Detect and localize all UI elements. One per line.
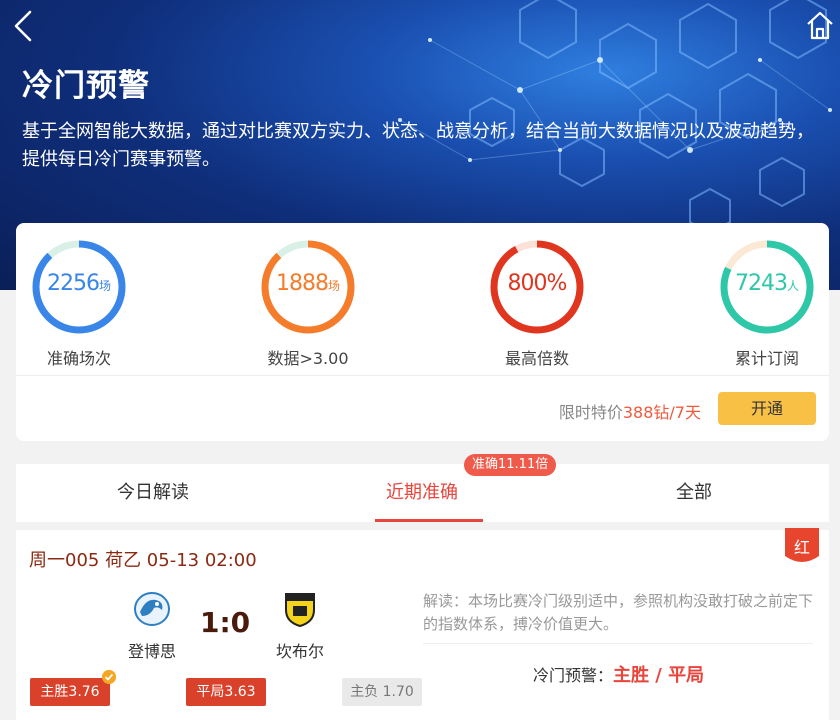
stat-max-multiple: 800% 最高倍数 xyxy=(457,237,617,369)
chevron-left-icon xyxy=(14,10,32,42)
analysis-text: 解读：本场比赛冷门级别适中，参照机构没敢打破之前定下的指数体系，搏冷价值更大。 xyxy=(423,592,814,633)
back-button[interactable] xyxy=(10,8,40,44)
dragon-crest-icon xyxy=(134,592,170,626)
stat-label: 最高倍数 xyxy=(504,349,569,368)
away-team-name: 坎布尔 xyxy=(275,642,324,661)
stat-value: 1888场 xyxy=(275,271,340,296)
stat-over-3: 1888场 数据>3.00 xyxy=(228,237,388,369)
tab-today-analysis[interactable]: 今日解读 xyxy=(53,464,253,522)
page-description: 基于全网智能大数据，通过对比赛双方实力、状态、战意分析，结合当前大数据情况以及波… xyxy=(22,121,814,170)
stat-accurate-matches: 2256场 准确场次 xyxy=(0,237,159,369)
home-button[interactable] xyxy=(804,8,836,42)
stat-value: 2256场 xyxy=(46,271,111,296)
stat-label: 数据>3.00 xyxy=(267,349,349,368)
odd-draw[interactable]: 平局3.63 xyxy=(186,678,266,706)
odd-home-win[interactable]: 主胜3.76 xyxy=(30,670,116,706)
divider xyxy=(16,375,829,376)
subscribe-button[interactable]: 开通 xyxy=(718,392,816,425)
stat-label: 累计订阅 xyxy=(734,349,799,368)
check-icon xyxy=(102,670,116,684)
divider xyxy=(423,643,813,644)
yellow-shield-crest-icon xyxy=(285,593,315,628)
away-team: 坎布尔 xyxy=(260,590,340,662)
page-title: 冷门预警 xyxy=(22,68,150,104)
result-flag: 红 xyxy=(785,528,819,566)
stats-card: 2256场 准确场次 1888场 数据>3.00 800% 最高倍数 7243人… xyxy=(16,223,829,441)
stat-subscriptions: 7243人 累计订阅 xyxy=(687,237,840,369)
active-tab-indicator xyxy=(375,519,483,522)
upset-warning-value: 主胜 / 平局 xyxy=(613,665,705,686)
accuracy-badge: 准确11.11倍 xyxy=(464,454,557,476)
promo-price-text: 限时特价388钻/7天 xyxy=(558,403,701,422)
home-team-name: 登博思 xyxy=(127,642,176,661)
match-info: 周一005 荷乙 05-13 02:00 xyxy=(29,550,257,571)
stat-value: 7243人 xyxy=(734,271,799,296)
odd-away-win[interactable]: 主负 1.70 xyxy=(342,678,422,706)
stat-label: 准确场次 xyxy=(46,349,111,368)
upset-warning: 冷门预警：主胜 / 平局 xyxy=(533,665,705,686)
match-score: 1:0 xyxy=(200,606,251,639)
stat-value: 800% xyxy=(507,271,568,296)
home-icon xyxy=(807,11,833,40)
tab-all[interactable]: 全部 xyxy=(594,464,794,522)
promo-price: 388钻/7天 xyxy=(622,403,701,422)
home-team: 登博思 xyxy=(112,590,192,662)
tab-bar: 今日解读 近期准确 全部 准确11.11倍 xyxy=(16,454,829,522)
match-card[interactable]: 周一005 荷乙 05-13 02:00 红 登博思 1:0 坎布尔 解读：本场… xyxy=(16,528,829,720)
